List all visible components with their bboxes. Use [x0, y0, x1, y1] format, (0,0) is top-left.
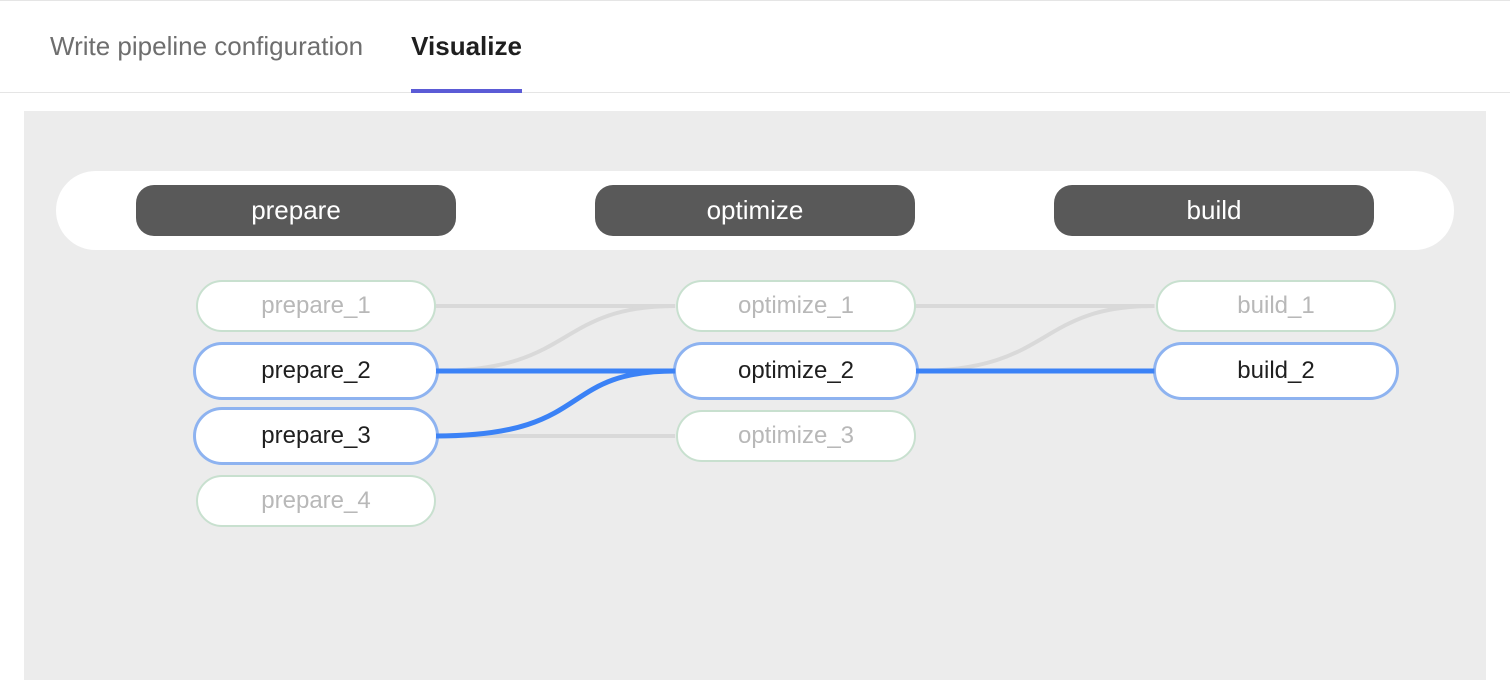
- stage-header-prepare[interactable]: prepare: [136, 185, 456, 236]
- node-build-2[interactable]: build_2: [1156, 345, 1396, 397]
- node-prepare-1[interactable]: prepare_1: [196, 280, 436, 332]
- conn-prepare3-optimize2: [435, 371, 675, 436]
- conn-prepare2-optimize1: [435, 306, 675, 371]
- conn-optimize2-build1: [915, 306, 1155, 371]
- tab-write-pipeline[interactable]: Write pipeline configuration: [50, 31, 363, 92]
- node-optimize-2[interactable]: optimize_2: [676, 345, 916, 397]
- node-prepare-3[interactable]: prepare_3: [196, 410, 436, 462]
- node-prepare-4[interactable]: prepare_4: [196, 475, 436, 527]
- stage-header-build[interactable]: build: [1054, 185, 1374, 236]
- graph-area: prepare_1 prepare_2 prepare_3 prepare_4 …: [56, 280, 1454, 600]
- stage-header-bar: prepare optimize build: [56, 171, 1454, 250]
- node-build-1[interactable]: build_1: [1156, 280, 1396, 332]
- node-prepare-2[interactable]: prepare_2: [196, 345, 436, 397]
- node-optimize-3[interactable]: optimize_3: [676, 410, 916, 462]
- stage-header-optimize[interactable]: optimize: [595, 185, 915, 236]
- tab-visualize[interactable]: Visualize: [411, 31, 522, 92]
- node-optimize-1[interactable]: optimize_1: [676, 280, 916, 332]
- tab-bar: Write pipeline configuration Visualize: [0, 1, 1510, 93]
- pipeline-canvas: prepare optimize build prepare_1 prepare…: [24, 111, 1486, 680]
